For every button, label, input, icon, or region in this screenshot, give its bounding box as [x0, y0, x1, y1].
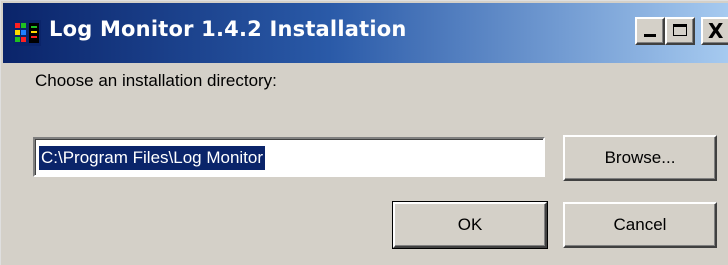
directory-prompt-label: Choose an installation directory:: [35, 71, 277, 90]
title-bar[interactable]: Log Monitor 1.4.2 Installation X: [3, 3, 728, 63]
window-title: Log Monitor 1.4.2 Installation: [49, 17, 407, 41]
browse-button-label: Browse...: [604, 148, 676, 167]
minimize-button[interactable]: [635, 17, 665, 45]
maximize-button[interactable]: [665, 17, 695, 45]
ok-button[interactable]: OK: [392, 201, 548, 249]
app-icon: [13, 20, 41, 46]
cancel-button-label: Cancel: [613, 215, 667, 234]
browse-button[interactable]: Browse...: [563, 135, 717, 181]
directory-input-value: C:\Program Files\Log Monitor: [39, 146, 266, 170]
ok-button-label: OK: [457, 215, 483, 234]
close-icon: X: [708, 19, 724, 43]
directory-input[interactable]: C:\Program Files\Log Monitor: [33, 137, 545, 177]
maximize-icon: [673, 24, 687, 36]
minimize-icon: [644, 34, 656, 37]
cancel-button[interactable]: Cancel: [563, 202, 717, 248]
close-button[interactable]: X: [701, 17, 728, 45]
installer-window: Log Monitor 1.4.2 Installation X Choose …: [0, 0, 728, 265]
